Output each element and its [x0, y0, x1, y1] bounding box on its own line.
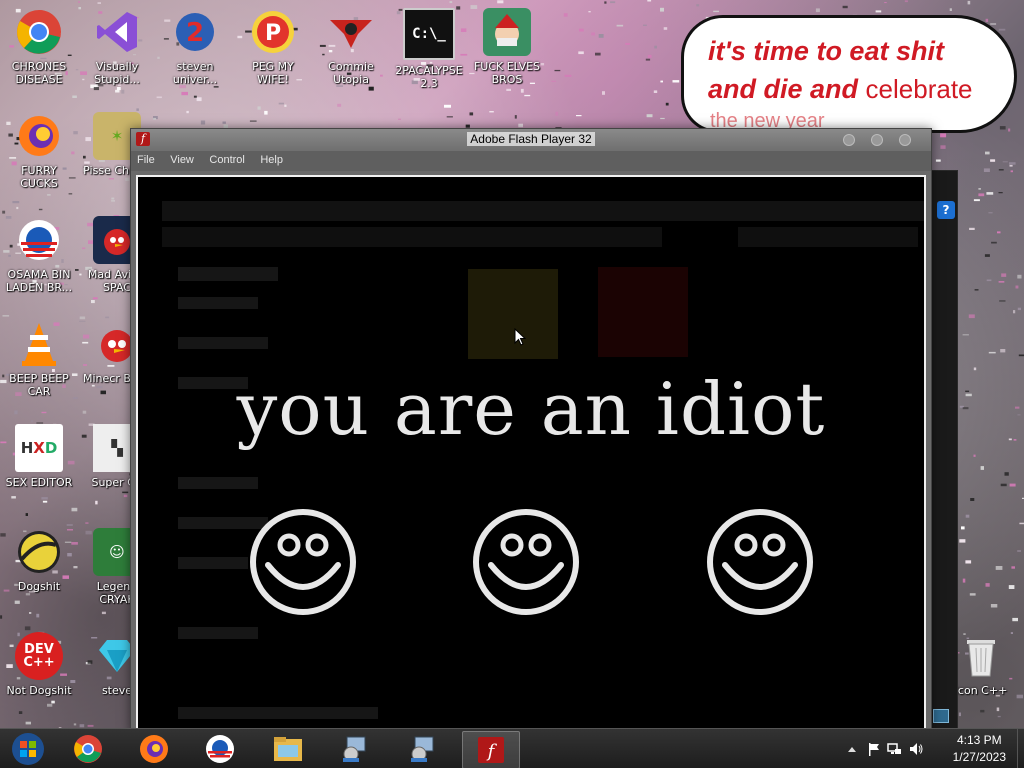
desktop-icon-label: SEX EDITOR	[5, 476, 73, 489]
firefox-icon	[15, 112, 63, 160]
help-icon[interactable]: ?	[937, 201, 955, 219]
chrome-icon	[74, 735, 102, 763]
desktop-icon-osama-bin-laden[interactable]: OSAMA BIN LADEN BR...	[2, 216, 76, 294]
desktop-icon-label: Visually Stupid...	[94, 60, 140, 86]
mouse-cursor-icon	[514, 328, 526, 346]
flash-player-icon: f	[478, 737, 504, 763]
clock-date: 1/27/2023	[952, 750, 1006, 764]
desktop-icon-steven-universe[interactable]: 2 steven univer...	[158, 8, 232, 86]
installer-icon	[343, 736, 366, 762]
flash-stage[interactable]: you are an idiot	[136, 175, 926, 731]
dev-cpp-icon: DEV C++	[15, 632, 63, 680]
svg-text:P: P	[265, 21, 281, 46]
dogshit-icon	[15, 528, 63, 576]
desktop-icon-sex-editor[interactable]: HXD SEX EDITOR	[2, 424, 76, 489]
menu-help[interactable]: Help	[254, 151, 289, 166]
desktop-icon-label: FUCK ELVES BROS	[473, 60, 541, 86]
commie-utopia-icon	[327, 8, 375, 56]
command-prompt-icon: C:\_	[403, 8, 455, 60]
recycle-bin-icon	[957, 632, 1005, 680]
view-toggle-icon[interactable]	[933, 709, 949, 723]
bubble-line-2a: and die and	[708, 74, 859, 104]
clock-time: 4:13 PM	[956, 733, 1002, 747]
ghost-explorer-overlay	[162, 201, 924, 719]
taskbar-installer-2[interactable]	[394, 731, 450, 767]
taskbar-installer-1[interactable]	[326, 731, 382, 767]
network-icon[interactable]	[886, 741, 902, 757]
action-center-flag-icon[interactable]	[866, 741, 882, 757]
vlc-icon	[15, 320, 63, 368]
desktop-icon-commie-utopia[interactable]: Commie Utopia	[314, 8, 388, 86]
taskbar-obama[interactable]	[192, 731, 248, 767]
desktop-icon-label: BEEP BEEP CAR	[9, 372, 69, 398]
visual-studio-icon	[93, 8, 141, 56]
installer-icon	[411, 736, 434, 762]
taskbar-flash-player[interactable]: f	[462, 731, 520, 768]
desktop-icon-peg-my-wife[interactable]: P PEG MY WIFE!	[236, 8, 310, 86]
speech-bubble: it's time to eat shit and die and celebr…	[684, 18, 1014, 132]
elf-icon	[483, 8, 531, 56]
desktop-icon-label: Not Dogshit	[6, 684, 72, 697]
menu-control[interactable]: Control	[203, 151, 250, 166]
window-title: Adobe Flash Player 32	[131, 132, 931, 146]
svg-text:2: 2	[186, 18, 204, 48]
start-button[interactable]	[0, 731, 56, 767]
smiley-face-icon	[707, 509, 813, 615]
desktop-icon-not-dogshit[interactable]: DEV C++ Not Dogshit	[2, 632, 76, 697]
obama-logo-icon	[15, 216, 63, 264]
show-desktop-button[interactable]	[1017, 729, 1024, 768]
maximize-button[interactable]	[871, 134, 883, 146]
p-icon: P	[249, 8, 297, 56]
smiley-face-icon	[250, 509, 356, 615]
minimize-button[interactable]	[843, 134, 855, 146]
smiley-face-icon	[473, 509, 579, 615]
system-tray: 4:13 PM 1/27/2023	[834, 729, 1024, 768]
menu-view[interactable]: View	[164, 151, 200, 166]
menu-bar: File View Control Help	[131, 151, 931, 171]
start-orb-icon	[12, 733, 44, 765]
desktop-icon-2pacalypse[interactable]: C:\_ 2PACALYPSE 2.3	[392, 8, 466, 90]
idiot-message: you are an idiot	[236, 367, 826, 451]
desktop-icon-fuck-elves-bros[interactable]: FUCK ELVES BROS	[470, 8, 544, 86]
desktop-icon-label: 2PACALYPSE 2.3	[395, 64, 463, 90]
firefox-icon	[140, 735, 168, 763]
taskbar-firefox[interactable]	[126, 731, 182, 767]
desktop: CHRONES DISEASE FURRY CUCKS OSAMA BIN LA…	[0, 0, 1024, 768]
desktop-icon-label: PEG MY WIFE!	[252, 60, 294, 86]
obama-logo-icon	[206, 735, 234, 763]
chrome-icon	[15, 8, 63, 56]
desktop-icon-label: OSAMA BIN LADEN BR...	[5, 268, 73, 294]
volume-icon[interactable]	[908, 741, 924, 757]
close-button[interactable]	[899, 134, 911, 146]
steven-universe-icon: 2	[171, 8, 219, 56]
taskbar-file-explorer[interactable]	[260, 731, 316, 767]
desktop-icon-label: Dogshit	[17, 580, 61, 593]
desktop-icon-label: FURRY CUCKS	[20, 164, 58, 190]
taskbar: f 4:13 PM 1/27/2023	[0, 728, 1024, 768]
desktop-icon-dogshit[interactable]: Dogshit	[2, 528, 76, 593]
title-bar[interactable]: f Adobe Flash Player 32	[131, 129, 931, 151]
bubble-line-1: it's time to eat shit	[708, 36, 944, 66]
desktop-icon-label: CHRONES DISEASE	[11, 60, 67, 86]
bubble-line-2b: celebrate	[865, 74, 973, 104]
desktop-icon-visually-stupid[interactable]: Visually Stupid...	[80, 8, 154, 86]
show-hidden-icons-icon[interactable]	[844, 741, 860, 757]
menu-file[interactable]: File	[131, 151, 161, 166]
desktop-icon-furry-cucks[interactable]: FURRY CUCKS	[2, 112, 76, 190]
desktop-icon-chrones-disease[interactable]: CHRONES DISEASE	[2, 8, 76, 86]
bubble-line-2: and die and celebrate	[708, 74, 973, 105]
desktop-icon-label: steven univer...	[172, 60, 218, 86]
clock[interactable]: 4:13 PM 1/27/2023	[953, 732, 1006, 766]
file-explorer-icon	[274, 737, 302, 761]
hxd-icon: HXD	[15, 424, 63, 472]
desktop-icon-beep-beep-car[interactable]: BEEP BEEP CAR	[2, 320, 76, 398]
flash-player-window[interactable]: f Adobe Flash Player 32 File View Contro…	[130, 128, 932, 734]
desktop-icon-label: Commie Utopia	[328, 60, 374, 86]
taskbar-chrome[interactable]	[60, 731, 116, 767]
